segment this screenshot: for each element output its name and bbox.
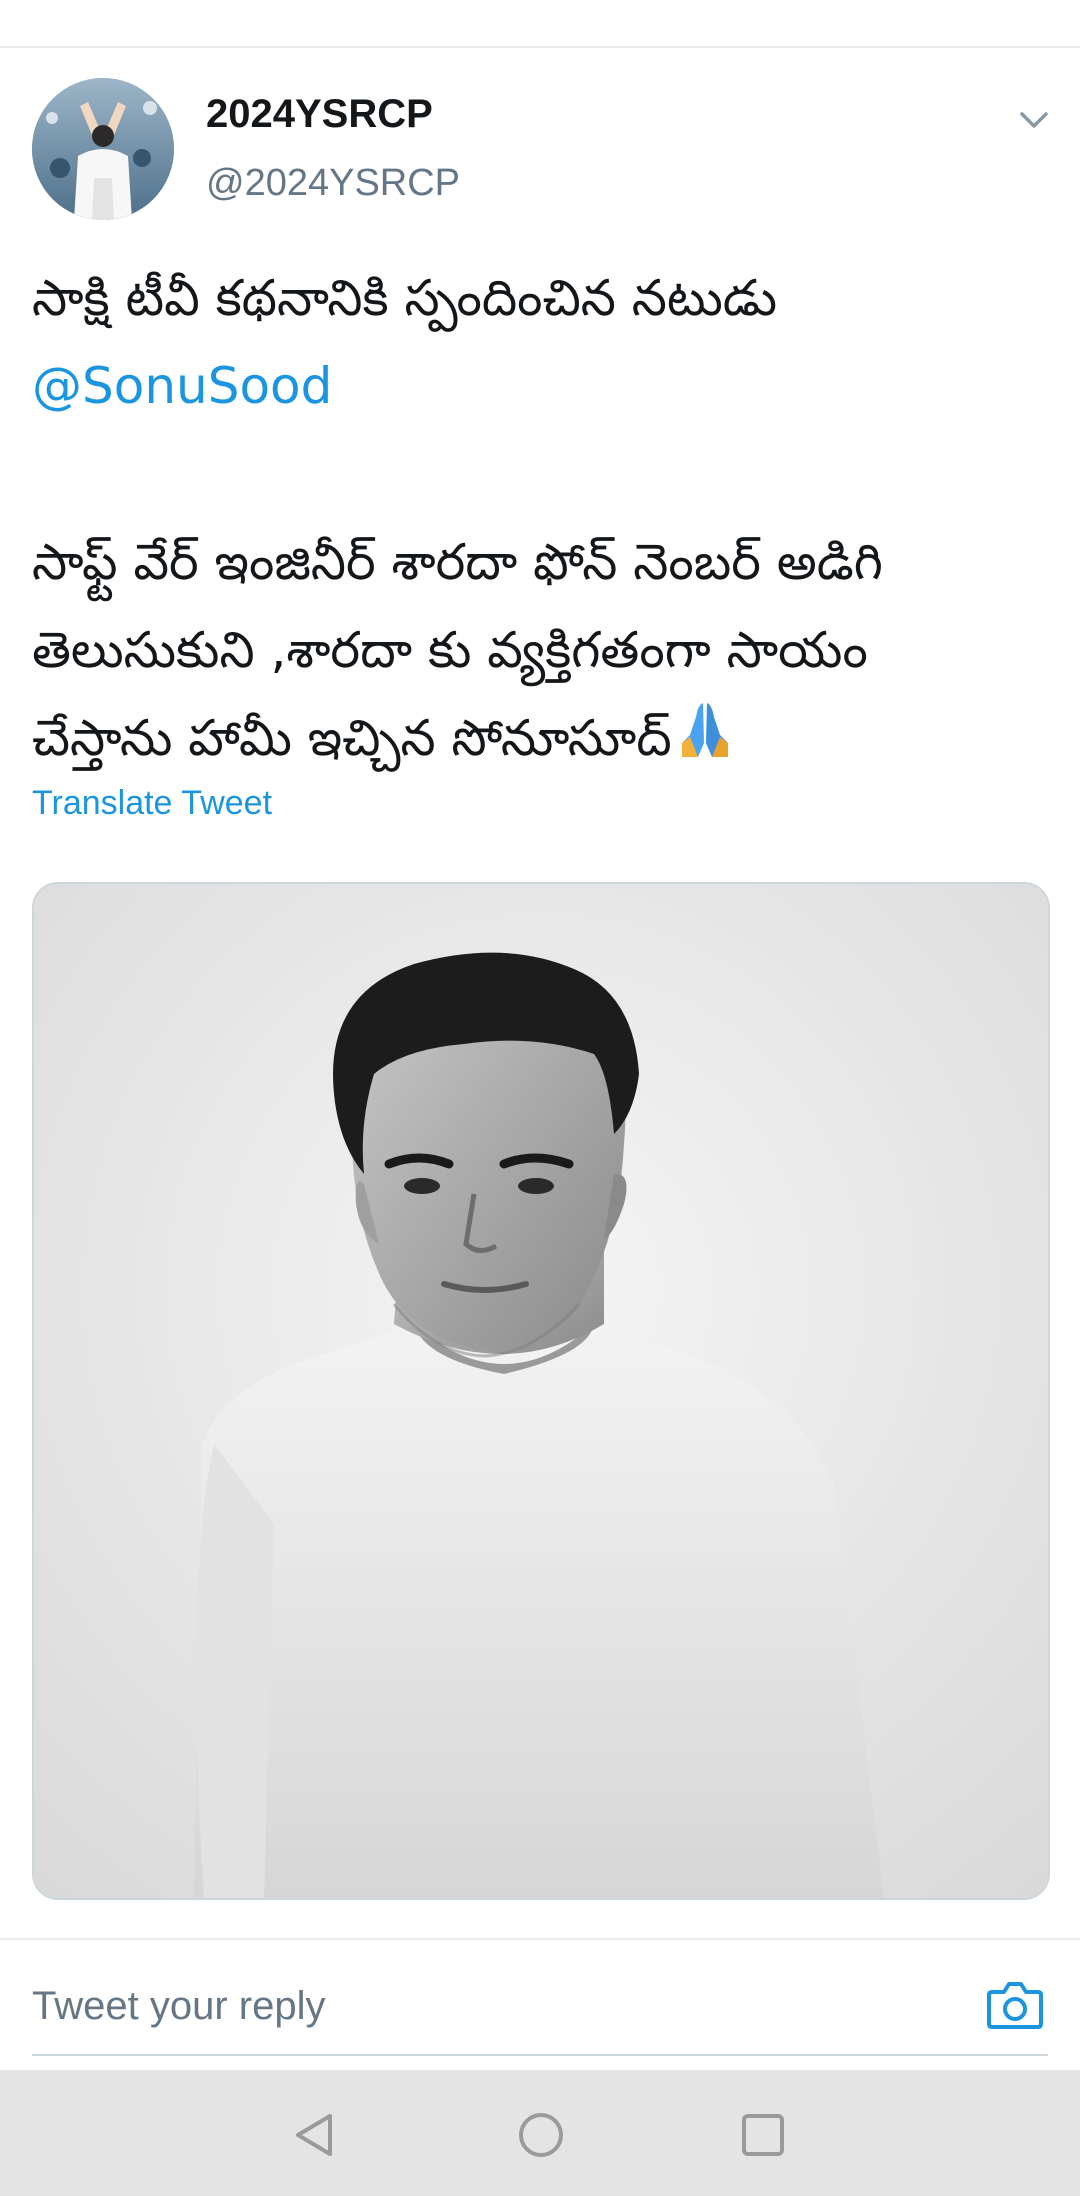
reply-underline bbox=[32, 2054, 1048, 2056]
tweet-text-line: సాక్షి టీవీ కథనానికి స్పందించిన నటుడు bbox=[32, 269, 778, 327]
tweet-text-line: చేస్తాను హామీ ఇచ్చిన సోనూసూద్ bbox=[32, 709, 672, 767]
tweet-text: సాక్షి టీవీ కథనానికి స్పందించిన నటుడు @S… bbox=[32, 254, 1048, 782]
recents-square-icon[interactable] bbox=[738, 2110, 788, 2160]
back-triangle-icon[interactable] bbox=[290, 2110, 340, 2160]
tweet-text-line: తెలుసుకుని ,శారదా కు వ్యక్తిగతంగా సాయం bbox=[32, 621, 868, 679]
tweet-detail-screen: 2024YSRCP @2024YSRCP సాక్షి టీవీ కథనానిక… bbox=[0, 0, 1080, 2196]
translate-tweet-link[interactable]: Translate Tweet bbox=[32, 784, 272, 823]
reply-input[interactable]: Tweet your reply bbox=[32, 1984, 325, 2029]
tweet-text-line-last: చేస్తాను హామీ ఇచ్చిన సోనూసూద్ bbox=[32, 694, 1048, 782]
mention-link[interactable]: @SonuSood bbox=[32, 342, 1048, 430]
chevron-down-icon[interactable] bbox=[1016, 104, 1052, 134]
avatar[interactable] bbox=[32, 78, 174, 220]
author-name[interactable]: 2024YSRCP bbox=[206, 92, 433, 137]
home-circle-icon[interactable] bbox=[516, 2110, 566, 2160]
reply-divider bbox=[0, 1938, 1080, 1940]
author-handle[interactable]: @2024YSRCP bbox=[206, 162, 460, 205]
top-divider bbox=[0, 46, 1080, 48]
system-nav-bar bbox=[0, 2070, 1080, 2196]
tweet-text-line: సాఫ్ట్ వేర్ ఇంజినీర్ శారదా ఫోన్ నెంబర్ అ… bbox=[32, 533, 883, 591]
folded-hands-icon bbox=[672, 697, 738, 763]
camera-icon[interactable] bbox=[986, 1978, 1044, 2030]
tweet-photo[interactable] bbox=[32, 882, 1050, 1900]
